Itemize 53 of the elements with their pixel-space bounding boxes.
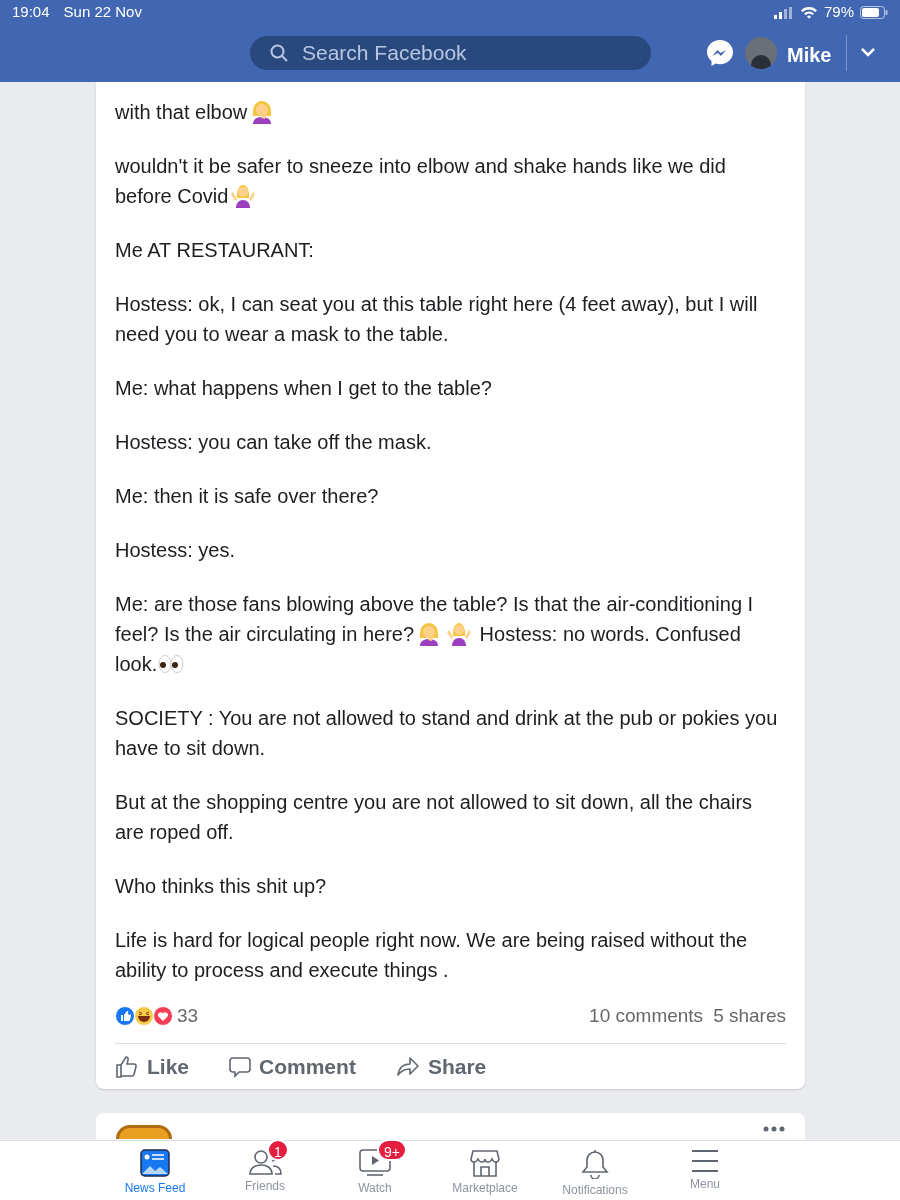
post-text: Hostess: ok, I can seat you at this table right here (4 feet away), but I will need you to wear a mask to the table.: [115, 292, 759, 347]
post-text: with that elbow: [115, 97, 786, 127]
shrug-emoji-icon: [230, 182, 257, 208]
avatar[interactable]: [745, 37, 777, 69]
post-text: Me: are those fans blowing above the table? Is that the air-conditioning I feel? Is the air circulating in here? Hostess: no words. Confused look.: [115, 592, 755, 677]
tab-bar-item[interactable]: Friends 1: [210, 1141, 320, 1200]
notification-badge: 1: [267, 1139, 289, 1161]
post-text: Me: then it is safe over there?: [115, 484, 380, 509]
post-text: Hostess: you can take off the mask.: [115, 430, 433, 455]
post-text: Me AT RESTAURANT:: [115, 238, 315, 263]
wifi-icon: [799, 6, 818, 19]
search-icon: [270, 44, 288, 62]
menu-icon: [691, 1149, 719, 1173]
shop-icon: [470, 1149, 500, 1177]
more-icon[interactable]: [763, 1126, 785, 1132]
user-name[interactable]: Mike: [787, 40, 832, 70]
search-field[interactable]: Search Facebook: [250, 36, 651, 70]
reaction-count[interactable]: 33: [177, 1001, 199, 1031]
like-button[interactable]: Like: [115, 1046, 190, 1087]
post-text: SOCIETY : You are not allowed to stand and drink at the pub or pokies you have to sit down.: [115, 706, 779, 761]
battery-icon: [860, 6, 888, 19]
thumbs-up-icon: [115, 1054, 139, 1079]
bell-icon: [581, 1149, 609, 1179]
status-date: Sun 22 Nov: [63, 2, 142, 23]
share-icon: [395, 1055, 420, 1078]
tab-bar-item[interactable]: News Feed: [100, 1141, 210, 1200]
friends-icon: [248, 1149, 282, 1175]
news-feed-icon: [140, 1149, 170, 1177]
post-text: Hostess: yes.: [115, 538, 237, 563]
messenger-icon[interactable]: [705, 38, 735, 68]
share-button[interactable]: Share: [395, 1046, 487, 1087]
tab-bar-item[interactable]: Watch 9+: [320, 1141, 430, 1200]
comments-count[interactable]: 10 comments: [589, 1001, 704, 1031]
battery-percent: 79%: [823, 2, 854, 23]
post-text: Who thinks this shit up?: [115, 874, 328, 899]
tab-bar-item[interactable]: Notifications: [540, 1141, 650, 1200]
chevron-down-icon[interactable]: [860, 47, 876, 57]
reaction-icons[interactable]: [115, 1006, 173, 1026]
post-text: Life is hard for logical people right now. We are being raised without the ability to process and execute things .: [115, 928, 749, 983]
notification-badge: 9+: [377, 1139, 407, 1161]
status-time: 19:04: [12, 2, 50, 23]
shares-count[interactable]: 5 shares: [713, 1001, 786, 1031]
tab-bar-item[interactable]: Marketplace: [430, 1141, 540, 1200]
shrug-emoji-icon: [446, 620, 473, 646]
eyes-emoji-icon: [158, 654, 185, 674]
signal-icon: [773, 6, 794, 19]
post-text: wouldn't it be safer to sneeze into elbow and shake hands like we did before Covid: [115, 154, 727, 210]
tab-bar-item[interactable]: Menu: [650, 1141, 760, 1200]
post-text: Me: what happens when I get to the table?: [115, 376, 493, 401]
page-avatar[interactable]: [116, 1125, 172, 1139]
comment-button[interactable]: Comment: [229, 1046, 356, 1087]
post-text: But at the shopping centre you are not allowed to sit down, all the chairs are roped off.: [115, 790, 754, 845]
comment-icon: [229, 1055, 252, 1078]
